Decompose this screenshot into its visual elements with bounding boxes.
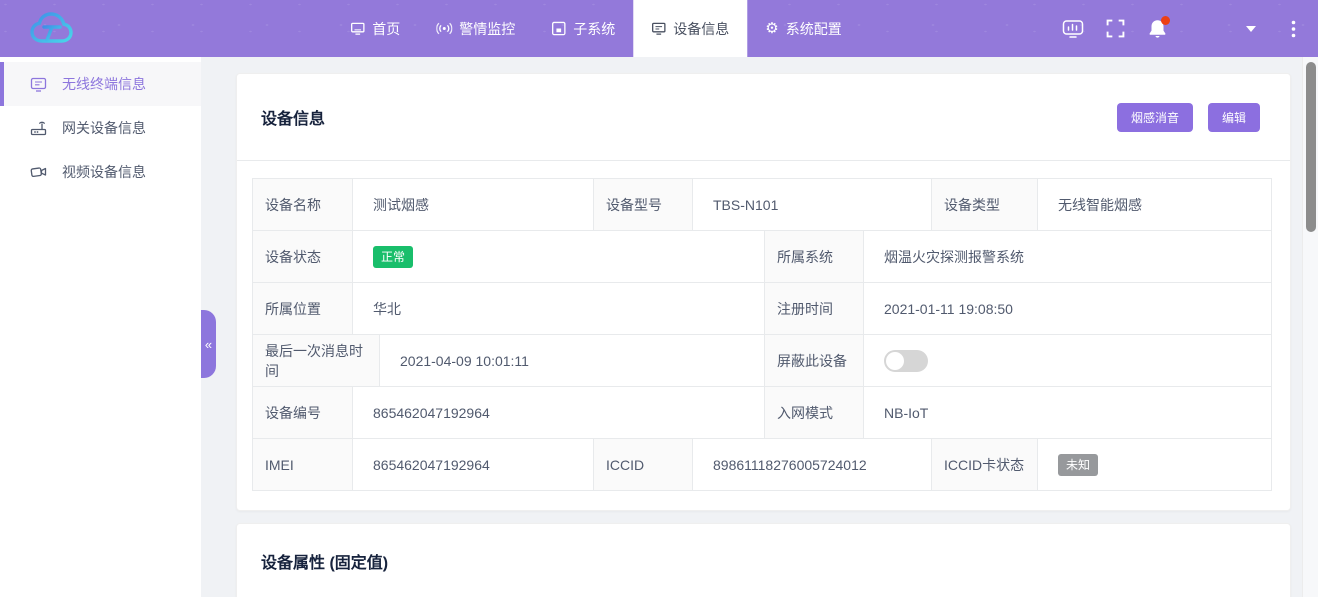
gear-icon: ⚙ [765,21,778,36]
field-label: ICCID [594,439,693,491]
sidebar-item-label: 无线终端信息 [62,74,146,94]
video-camera-icon [30,164,47,180]
nav-item-subsystem[interactable]: 子系统 [533,0,633,57]
field-value-device-no: 865462047192964 [353,387,765,439]
collapse-chevrons-icon: « [205,337,212,352]
notification-dot [1161,16,1170,25]
vertical-scrollbar[interactable] [1302,57,1318,597]
status-badge-normal: 正常 [373,246,413,268]
sidebar-item-label: 网关设备信息 [62,118,146,138]
table-row: IMEI 865462047192964 ICCID 8986111827600… [253,439,1272,491]
device-info-card: 设备信息 烟感消音 编辑 设备名称 测试烟感 设备型号 TBS-N101 设备类… [236,73,1291,511]
field-label: ICCID卡状态 [932,439,1038,491]
shield-device-toggle[interactable] [884,350,928,372]
edit-button[interactable]: 编辑 [1208,103,1260,132]
device-detail-table: 设备名称 测试烟感 设备型号 TBS-N101 设备类型 无线智能烟感 设备状态… [252,178,1272,491]
bell-icon[interactable] [1146,18,1168,40]
sidebar-collapse-handle[interactable]: « [201,310,216,378]
field-label: IMEI [253,439,353,491]
sidebar-item-wireless-terminal[interactable]: 无线终端信息 [0,62,201,106]
table-row: 设备编号 865462047192964 入网模式 NB-IoT [253,387,1272,439]
nav-item-system-config[interactable]: ⚙ 系统配置 [747,0,859,57]
field-value-device-type: 无线智能烟感 [1038,179,1272,231]
nav-label: 设备信息 [673,19,729,39]
field-value-network-mode: NB-IoT [864,387,1272,439]
field-label: 所属系统 [765,231,864,283]
device-attributes-card-header: 设备属性 (固定值) [237,524,1290,597]
topbar: 首页 警情监控 子系统 设备信息 [0,0,1318,57]
field-value-register-time: 2021-01-11 19:08:50 [864,283,1272,335]
section-title: 设备属性 (固定值) [261,549,388,573]
gateway-router-icon [30,120,47,136]
device-info-card-header: 设备信息 烟感消音 编辑 [237,74,1290,161]
field-value-last-message: 2021-04-09 10:01:11 [380,335,765,387]
app-logo-cloud-icon [26,8,98,50]
page-title: 设备信息 [261,105,325,129]
field-label: 设备编号 [253,387,353,439]
subsystem-icon [551,21,566,36]
topbar-actions [1042,0,1304,57]
field-label: 设备类型 [932,179,1038,231]
nav-label: 系统配置 [786,19,842,39]
table-row: 所属位置 华北 注册时间 2021-01-11 19:08:50 [253,283,1272,335]
fullscreen-icon[interactable] [1104,18,1126,40]
broadcast-icon [436,21,452,36]
table-row: 设备名称 测试烟感 设备型号 TBS-N101 设备类型 无线智能烟感 [253,179,1272,231]
nav-label: 子系统 [573,19,615,39]
field-label: 设备名称 [253,179,353,231]
nav-item-alarm-monitor[interactable]: 警情监控 [418,0,533,57]
caret-down-icon [1246,26,1256,32]
field-value-iccid: 89861118276005724012 [693,439,932,491]
sidebar-item-video[interactable]: 视频设备信息 [0,150,201,194]
table-row: 设备状态 正常 所属系统 烟温火灾探测报警系统 [253,231,1272,283]
device-info-icon [651,21,666,36]
table-row: 最后一次消息时间 2021-04-09 10:01:11 屏蔽此设备 [253,335,1272,387]
field-label: 所属位置 [253,283,353,335]
field-value-device-model: TBS-N101 [693,179,932,231]
status-badge-unknown: 未知 [1058,454,1098,476]
field-label: 设备状态 [253,231,353,283]
nav-label: 警情监控 [459,19,515,39]
field-label: 最后一次消息时间 [253,335,380,387]
more-vertical-icon[interactable] [1282,18,1304,40]
field-value-imei: 865462047192964 [353,439,594,491]
field-value-shield-device [864,335,1272,387]
field-label: 入网模式 [765,387,864,439]
home-icon [350,21,365,36]
sidebar-item-label: 视频设备信息 [62,162,146,182]
user-menu-caret[interactable] [1240,18,1262,40]
field-value-location: 华北 [353,283,765,335]
field-value-system: 烟温火灾探测报警系统 [864,231,1272,283]
nav-label: 首页 [372,19,400,39]
smoke-mute-button[interactable]: 烟感消音 [1117,103,1193,132]
main-nav: 首页 警情监控 子系统 设备信息 [332,0,859,57]
scrollbar-thumb[interactable] [1306,62,1316,232]
field-label: 注册时间 [765,283,864,335]
data-screen-icon[interactable] [1062,18,1084,40]
nav-item-device-info[interactable]: 设备信息 [633,0,747,57]
main-content: 设备信息 烟感消音 编辑 设备名称 测试烟感 设备型号 TBS-N101 设备类… [201,57,1302,597]
field-label: 设备型号 [594,179,693,231]
sidebar: 无线终端信息 网关设备信息 视频设备信息 [0,57,201,597]
field-value-iccid-status: 未知 [1038,439,1272,491]
field-value-device-name: 测试烟感 [353,179,594,231]
wireless-terminal-icon [30,76,47,92]
nav-item-home[interactable]: 首页 [332,0,418,57]
sidebar-item-gateway[interactable]: 网关设备信息 [0,106,201,150]
header-buttons: 烟感消音 编辑 [1117,103,1260,132]
device-attributes-card: 设备属性 (固定值) [236,523,1291,597]
field-value-device-status: 正常 [353,231,765,283]
field-label: 屏蔽此设备 [765,335,864,387]
